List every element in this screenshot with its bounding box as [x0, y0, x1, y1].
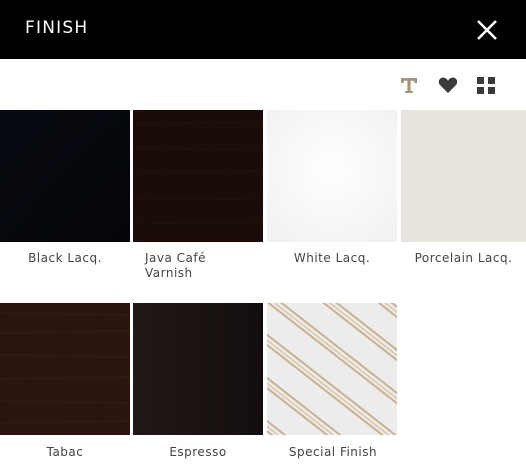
close-button[interactable] — [474, 17, 500, 43]
grid-view-button[interactable] — [475, 74, 497, 96]
header-bar: FINISH — [0, 0, 526, 59]
label-porcelain-lacq: Porcelain Lacq. — [401, 251, 526, 266]
label-white-lacq: White Lacq. — [267, 251, 397, 266]
swatch-java-cafe-varnish[interactable] — [133, 110, 263, 242]
swatch-white-lacq[interactable] — [267, 110, 397, 242]
page-title: FINISH — [25, 18, 89, 38]
finish-label: Porcelain Lacq. — [414, 251, 513, 265]
label-espresso: Espresso — [133, 445, 263, 460]
label-java-cafe-varnish: Java Café Varnish — [145, 251, 263, 281]
favorites-button[interactable] — [437, 74, 459, 96]
swatch-special-finish[interactable] — [267, 303, 397, 435]
text-view-button[interactable] — [398, 74, 420, 96]
label-special-finish: Special Finish — [267, 445, 399, 460]
swatch-porcelain-lacq[interactable] — [401, 110, 526, 242]
close-icon — [477, 20, 497, 40]
finish-label: Tabac — [46, 445, 84, 459]
swatch-tabac[interactable] — [0, 303, 130, 435]
heart-icon — [438, 77, 458, 93]
finish-label: White Lacq. — [293, 251, 371, 265]
finish-label: Black Lacq. — [28, 251, 102, 265]
finish-label: Espresso — [169, 445, 227, 459]
text-icon — [401, 78, 417, 93]
grid-icon — [477, 77, 495, 94]
finish-label: Special Finish — [288, 445, 378, 459]
swatch-espresso[interactable] — [133, 303, 263, 435]
finish-label: Java Café Varnish — [145, 251, 207, 280]
label-black-lacq: Black Lacq. — [0, 251, 130, 266]
swatch-black-lacq[interactable] — [0, 110, 130, 242]
label-tabac: Tabac — [0, 445, 130, 460]
